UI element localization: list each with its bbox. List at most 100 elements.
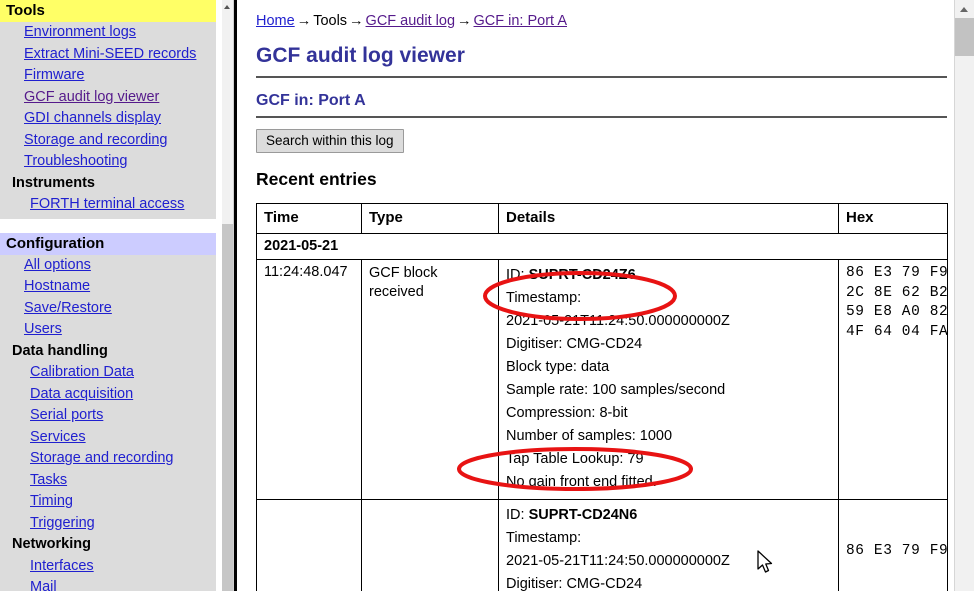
detail-label-id: ID: bbox=[506, 507, 525, 523]
log-entries-table: Time Type Details Hex 2021-05-21 11:24:4… bbox=[256, 203, 948, 591]
sidebar-item-services[interactable]: Services bbox=[0, 427, 216, 449]
sidebar-item-environment-logs[interactable]: Environment logs bbox=[0, 22, 216, 44]
sidebar-header-tools: Tools bbox=[0, 0, 216, 22]
sidebar-item-calibration-data[interactable]: Calibration Data bbox=[0, 362, 216, 384]
column-header-type: Type bbox=[361, 203, 499, 234]
sidebar-link-hostname[interactable]: Hostname bbox=[24, 278, 90, 294]
sidebar-item-serial-ports[interactable]: Serial ports bbox=[0, 405, 216, 427]
cell-details: ID: SUPRT-CD24N6 Timestamp: 2021-05-21T1… bbox=[498, 499, 839, 591]
sidebar-item-tasks[interactable]: Tasks bbox=[0, 470, 216, 492]
sidebar-item-triggering[interactable]: Triggering bbox=[0, 513, 216, 535]
sidebar-item-storage-and-recording-config[interactable]: Storage and recording bbox=[0, 448, 216, 470]
sidebar-link-firmware[interactable]: Firmware bbox=[24, 67, 84, 83]
detail-label-digitiser: Digitiser: bbox=[506, 336, 563, 352]
sidebar-item-users[interactable]: Users bbox=[0, 319, 216, 341]
breadcrumb-text-tools: Tools bbox=[313, 13, 348, 29]
sidebar-link-tasks[interactable]: Tasks bbox=[30, 472, 67, 488]
main-content: Home → Tools → GCF audit log → GCF in: Port A … bbox=[240, 0, 955, 591]
breadcrumb-link-gcf-audit-log[interactable]: GCF audit log bbox=[366, 13, 455, 29]
detail-value-compression: 8-bit bbox=[599, 405, 628, 421]
sidebar-link-serial-ports[interactable]: Serial ports bbox=[30, 407, 103, 423]
sidebar-link-gcf-audit-log-viewer[interactable]: GCF audit log viewer bbox=[24, 89, 159, 105]
detail-value-timestamp: 2021-05-21T11:24:50.000000000Z bbox=[506, 553, 730, 569]
sidebar-link-data-acquisition[interactable]: Data acquisition bbox=[30, 386, 133, 402]
window-scroll-thumb[interactable] bbox=[955, 18, 974, 56]
sidebar-link-environment-logs[interactable]: Environment logs bbox=[24, 24, 136, 40]
sidebar-link-users[interactable]: Users bbox=[24, 321, 62, 337]
sidebar-link-save-restore[interactable]: Save/Restore bbox=[24, 300, 112, 316]
sidebar-item-gdi-channels-display[interactable]: GDI channels display bbox=[0, 108, 216, 130]
sidebar-link-storage-and-recording[interactable]: Storage and recording bbox=[24, 132, 168, 148]
detail-label-timestamp: Timestamp: bbox=[506, 290, 582, 306]
sidebar-item-troubleshooting[interactable]: Troubleshooting bbox=[0, 151, 216, 173]
browser-page: Tools Environment logs Extract Mini-SEED… bbox=[0, 0, 974, 591]
detail-value-tap-table-lookup: 79 bbox=[627, 451, 644, 467]
sidebar-item-storage-and-recording[interactable]: Storage and recording bbox=[0, 130, 216, 152]
sidebar-item-extract-mini-seed-records[interactable]: Extract Mini-SEED records bbox=[0, 44, 216, 66]
sidebar-item-hostname[interactable]: Hostname bbox=[0, 276, 216, 298]
sidebar-item-gcf-audit-log-viewer[interactable]: GCF audit log viewer bbox=[0, 87, 216, 109]
cell-hex: 86 E3 79 F9 bbox=[838, 499, 948, 591]
detail-label-timestamp: Timestamp: bbox=[506, 530, 582, 546]
sidebar-item-timing[interactable]: Timing bbox=[0, 491, 216, 513]
sidebar-link-troubleshooting[interactable]: Troubleshooting bbox=[24, 153, 127, 169]
sidebar-link-storage-and-recording-config[interactable]: Storage and recording bbox=[30, 450, 174, 466]
breadcrumb-separator-3: → bbox=[457, 13, 472, 29]
detail-label-number-of-samples: Number of samples: bbox=[506, 428, 636, 444]
sidebar-scroll-thumb[interactable] bbox=[222, 224, 233, 591]
sidebar-subheader-instruments: Instruments bbox=[12, 174, 95, 191]
sidebar-item-all-options[interactable]: All options bbox=[0, 255, 216, 277]
table-header-row: Time Type Details Hex bbox=[256, 203, 948, 234]
recent-entries-title: Recent entries bbox=[256, 169, 377, 189]
sidebar-item-firmware[interactable]: Firmware bbox=[0, 65, 216, 87]
sidebar-item-data-acquisition[interactable]: Data acquisition bbox=[0, 384, 216, 406]
sidebar-link-all-options[interactable]: All options bbox=[24, 257, 91, 273]
sidebar-link-mail[interactable]: Mail bbox=[30, 579, 57, 591]
breadcrumb-separator-1: → bbox=[296, 13, 312, 29]
breadcrumb-link-home[interactable]: Home bbox=[256, 13, 295, 29]
detail-label-compression: Compression: bbox=[506, 405, 596, 421]
detail-value-timestamp: 2021-05-21T11:24:50.000000000Z bbox=[506, 313, 730, 329]
detail-value-digitiser: CMG-CD24 bbox=[566, 336, 643, 352]
table-head: Time Type Details Hex bbox=[256, 203, 948, 234]
window-scrollbar[interactable] bbox=[954, 0, 974, 591]
search-button-wrapper: Search within this log bbox=[256, 129, 955, 153]
detail-line-block-type: Block type: data bbox=[506, 356, 832, 379]
sidebar-link-triggering[interactable]: Triggering bbox=[30, 515, 95, 531]
detail-line-timestamp-value: 2021-05-21T11:24:50.000000000Z bbox=[506, 550, 832, 573]
section-title-gcf-in-port-a: GCF in: Port A bbox=[256, 92, 947, 118]
sidebar-scrollbar[interactable] bbox=[222, 0, 234, 591]
sidebar-link-calibration-data[interactable]: Calibration Data bbox=[30, 364, 134, 380]
detail-line-timestamp-value: 2021-05-21T11:24:50.000000000Z bbox=[506, 310, 832, 333]
sidebar-link-interfaces[interactable]: Interfaces bbox=[30, 558, 94, 574]
cell-hex: 86 E3 79 F9 2C 8E 62 B2 59 E8 A0 82 4F 6… bbox=[838, 259, 948, 500]
table-row[interactable]: 11:24:48.047 GCF block received ID: SUPR… bbox=[256, 259, 948, 500]
detail-line-sample-rate: Sample rate: 100 samples/second bbox=[506, 379, 832, 402]
detail-line-id: ID: SUPRT-CD24N6 bbox=[506, 504, 832, 527]
sidebar-link-forth-terminal-access[interactable]: FORTH terminal access bbox=[30, 196, 184, 212]
search-within-this-log-button[interactable]: Search within this log bbox=[256, 129, 404, 153]
date-group-label: 2021-05-21 bbox=[256, 233, 948, 260]
sidebar-link-timing[interactable]: Timing bbox=[30, 493, 73, 509]
sidebar-link-services[interactable]: Services bbox=[30, 429, 86, 445]
detail-value-id: SUPRT-CD24N6 bbox=[528, 507, 638, 523]
cell-type bbox=[361, 499, 499, 591]
cell-details: ID: SUPRT-CD24Z6 Timestamp: 2021-05-21T1… bbox=[498, 259, 839, 500]
breadcrumb-link-gcf-in-port-a[interactable]: GCF in: Port A bbox=[474, 13, 567, 29]
detail-line-tap-table-lookup: Tap Table Lookup: 79 bbox=[506, 448, 832, 471]
sidebar-link-gdi-channels-display[interactable]: GDI channels display bbox=[24, 110, 161, 126]
scroll-up-arrow-icon[interactable] bbox=[955, 0, 974, 17]
column-header-time: Time bbox=[256, 203, 362, 234]
detail-value-digitiser: CMG-CD24 bbox=[566, 576, 643, 591]
sidebar-item-mail[interactable]: Mail bbox=[0, 577, 216, 591]
breadcrumb: Home → Tools → GCF audit log → GCF in: Port A bbox=[240, 0, 955, 30]
sidebar-item-save-restore[interactable]: Save/Restore bbox=[0, 298, 216, 320]
breadcrumb-separator-2: → bbox=[349, 13, 364, 29]
table-row[interactable]: ID: SUPRT-CD24N6 Timestamp: 2021-05-21T1… bbox=[256, 499, 948, 591]
sidebar-scroll-up-icon[interactable] bbox=[222, 0, 233, 12]
sidebar-item-interfaces[interactable]: Interfaces bbox=[0, 556, 216, 578]
sidebar-item-forth-terminal-access[interactable]: FORTH terminal access bbox=[0, 194, 216, 216]
sidebar-section-configuration: Configuration All options Hostname Save/… bbox=[0, 232, 216, 591]
detail-label-sample-rate: Sample rate: bbox=[506, 382, 589, 398]
sidebar-link-extract-mini-seed-records[interactable]: Extract Mini-SEED records bbox=[24, 46, 196, 62]
